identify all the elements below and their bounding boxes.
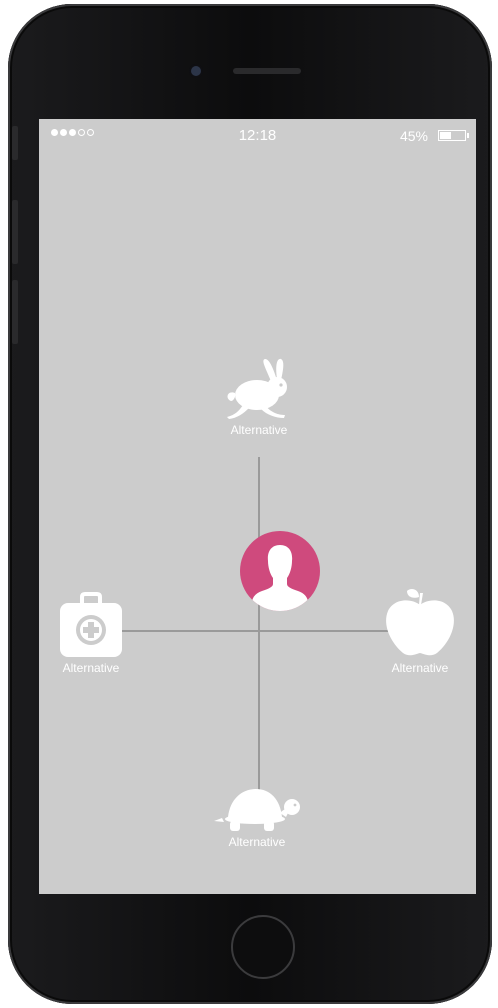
turtle-icon <box>214 789 300 831</box>
battery-tip <box>467 133 469 138</box>
avatar[interactable] <box>240 531 320 611</box>
person-icon <box>252 545 308 611</box>
volume-down-button <box>12 280 18 344</box>
mute-switch <box>12 126 18 160</box>
app-screen: 12:18 45% Alternative Alternative Altern… <box>39 119 476 894</box>
option-left-label: Alternative <box>62 661 120 675</box>
connector-vertical <box>258 457 260 795</box>
option-right[interactable]: Alternative <box>370 585 470 675</box>
option-top[interactable]: Alternative <box>209 357 309 437</box>
rabbit-icon <box>227 358 287 419</box>
option-top-label: Alternative <box>230 423 288 437</box>
home-button[interactable] <box>231 915 295 979</box>
option-bottom-label: Alternative <box>228 835 286 849</box>
status-bar: 12:18 45% <box>39 119 476 149</box>
connector-horizontal <box>121 630 391 632</box>
option-bottom[interactable]: Alternative <box>207 787 307 849</box>
earpiece-speaker <box>233 68 301 74</box>
volume-up-button <box>12 200 18 264</box>
option-left[interactable]: Alternative <box>41 591 141 675</box>
first-aid-kit-icon <box>60 592 122 657</box>
battery-percent: 45% <box>399 128 428 144</box>
option-right-label: Alternative <box>391 661 449 675</box>
front-camera <box>191 66 201 76</box>
apple-icon <box>386 589 454 656</box>
battery-icon <box>438 130 466 141</box>
